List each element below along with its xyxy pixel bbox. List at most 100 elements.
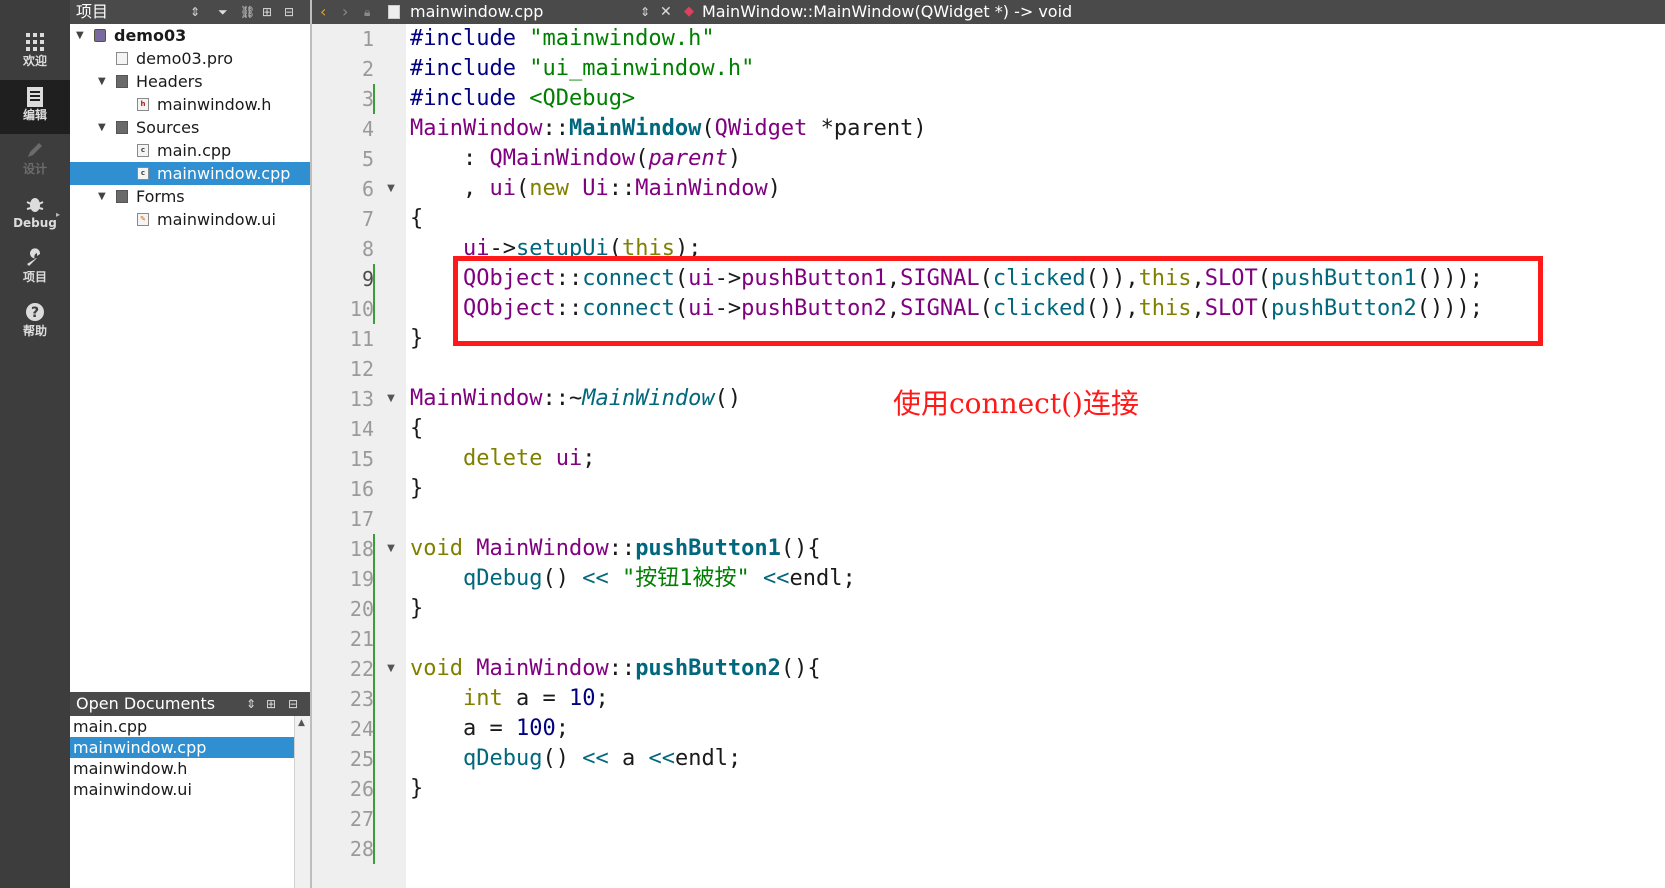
expand-arrow-icon[interactable]: ▼ xyxy=(98,185,106,208)
line-number: 7 xyxy=(361,207,374,231)
code-line-8: ui->setupUi(this); xyxy=(462,236,702,261)
sort-arrows-icon[interactable]: ⇕ xyxy=(190,0,200,24)
mode-bar: 欢迎 编辑 设计 Debug ▸ 项目 ? 帮助 xyxy=(0,0,70,888)
line-number: 17 xyxy=(349,507,374,531)
code-line-1: #include "mainwindow.h" xyxy=(410,26,715,51)
sort-arrows-icon[interactable]: ⇕ xyxy=(246,692,256,716)
split-icon[interactable]: ⊞ xyxy=(262,0,272,24)
scroll-up-icon[interactable]: ▲ xyxy=(298,718,305,728)
mode-design[interactable]: 设计 xyxy=(0,134,70,188)
open-doc-item[interactable]: main.cpp xyxy=(70,716,294,737)
line-number: 21 xyxy=(349,627,374,651)
line-number: 9 xyxy=(361,267,374,291)
code-editor[interactable]: #include "mainwindow.h" #include "ui_mai… xyxy=(410,24,1483,864)
cpp-file-icon: c xyxy=(137,167,149,180)
line-number: 5 xyxy=(361,147,374,171)
line-number: 13 xyxy=(349,387,374,411)
lock-icon: 🔒︎ xyxy=(364,5,371,19)
open-documents-scrollbar[interactable]: ▲ xyxy=(294,716,311,888)
code-line-2: #include "ui_mainwindow.h" xyxy=(410,56,755,81)
close-panel-icon[interactable]: ⊟ xyxy=(284,0,294,24)
tree-item-mainwindow-cpp[interactable]: c mainwindow.cpp xyxy=(70,162,310,185)
line-number: 19 xyxy=(349,567,374,591)
code-line-20: } xyxy=(410,596,424,621)
code-line-22: void MainWindow::pushButton2(){ xyxy=(410,656,821,681)
help-icon: ? xyxy=(0,296,70,324)
code-line-7: { xyxy=(410,206,424,231)
close-panel-icon[interactable]: ⊟ xyxy=(288,692,298,716)
filter-icon[interactable]: ⏷ xyxy=(218,0,228,24)
code-line-18: void MainWindow::pushButton1(){ xyxy=(410,536,821,561)
fold-arrow-icon[interactable]: ▼ xyxy=(378,534,404,564)
line-number: 28 xyxy=(349,837,374,861)
code-line-6: , ui(new Ui::MainWindow) xyxy=(410,176,781,201)
current-file-name[interactable]: mainwindow.cpp xyxy=(410,0,543,24)
link-icon[interactable]: ⛓ xyxy=(240,0,255,24)
tree-item-sources[interactable]: ▼ Sources xyxy=(70,116,310,139)
tree-item-main-cpp[interactable]: c main.cpp xyxy=(70,139,310,162)
mode-help-label: 帮助 xyxy=(22,324,47,338)
fold-arrow-icon[interactable]: ▼ xyxy=(378,384,404,414)
line-number: 20 xyxy=(349,597,374,621)
cpp-file-icon: c xyxy=(137,144,149,157)
mode-welcome[interactable]: 欢迎 xyxy=(0,26,70,80)
line-number: 16 xyxy=(349,477,374,501)
mode-help[interactable]: ? 帮助 xyxy=(0,296,70,350)
pencil-icon xyxy=(0,134,70,162)
tree-item-headers[interactable]: ▼ Headers xyxy=(70,70,310,93)
function-symbol-icon: ◆ xyxy=(684,4,694,19)
tree-item-header-file[interactable]: h mainwindow.h xyxy=(70,93,310,116)
code-line-15: delete ui; xyxy=(462,446,596,471)
code-line-16: } xyxy=(410,476,424,501)
file-dropdown-icon[interactable]: ⇕ xyxy=(640,0,650,24)
forward-arrow-icon[interactable]: › xyxy=(342,0,348,24)
tree-item-pro-file[interactable]: demo03.pro xyxy=(70,47,310,70)
mode-welcome-label: 欢迎 xyxy=(22,54,47,68)
mode-edit-label: 编辑 xyxy=(22,108,47,122)
current-symbol[interactable]: MainWindow::MainWindow(QWidget *) -> voi… xyxy=(702,0,1072,24)
folder-icon xyxy=(116,190,128,203)
open-doc-item[interactable]: mainwindow.ui xyxy=(70,779,294,800)
tree-item-forms[interactable]: ▼ Forms xyxy=(70,185,310,208)
code-line-4: MainWindow::MainWindow(QWidget *parent) xyxy=(410,116,927,141)
open-doc-item[interactable]: mainwindow.cpp xyxy=(70,737,294,758)
expand-arrow-icon[interactable]: ▼ xyxy=(98,70,106,93)
mode-edit[interactable]: 编辑 xyxy=(0,80,70,134)
project-panel-header: 项目 ⇕ ⏷ ⛓ ⊞ ⊟ xyxy=(70,0,310,24)
mode-debug[interactable]: Debug ▸ xyxy=(0,188,70,242)
line-number: 27 xyxy=(349,807,374,831)
expand-arrow-icon[interactable]: ▼ xyxy=(76,24,84,47)
back-arrow-icon[interactable]: ‹ xyxy=(320,0,326,24)
open-doc-item[interactable]: mainwindow.h xyxy=(70,758,294,779)
fold-arrow-icon[interactable]: ▼ xyxy=(378,174,404,204)
expand-arrow-icon[interactable]: ▼ xyxy=(98,116,106,139)
code-line-9: QObject::connect(ui->pushButton1,SIGNAL(… xyxy=(462,266,1483,291)
close-file-icon[interactable]: ✕ xyxy=(660,0,672,24)
split-icon[interactable]: ⊞ xyxy=(266,692,276,716)
annotation-text: 使用connect()连接 xyxy=(893,387,1139,420)
tree-item-ui-file[interactable]: ✎ mainwindow.ui xyxy=(70,208,310,231)
wrench-icon xyxy=(0,242,70,270)
mode-projects[interactable]: 项目 xyxy=(0,242,70,296)
tree-item-project[interactable]: ▼ demo03 xyxy=(70,24,310,47)
line-number: 2 xyxy=(361,57,374,81)
fold-arrow-icon[interactable]: ▼ xyxy=(378,654,404,684)
line-number: 11 xyxy=(349,327,374,351)
line-number: 18 xyxy=(349,537,374,561)
change-marker xyxy=(373,264,375,324)
